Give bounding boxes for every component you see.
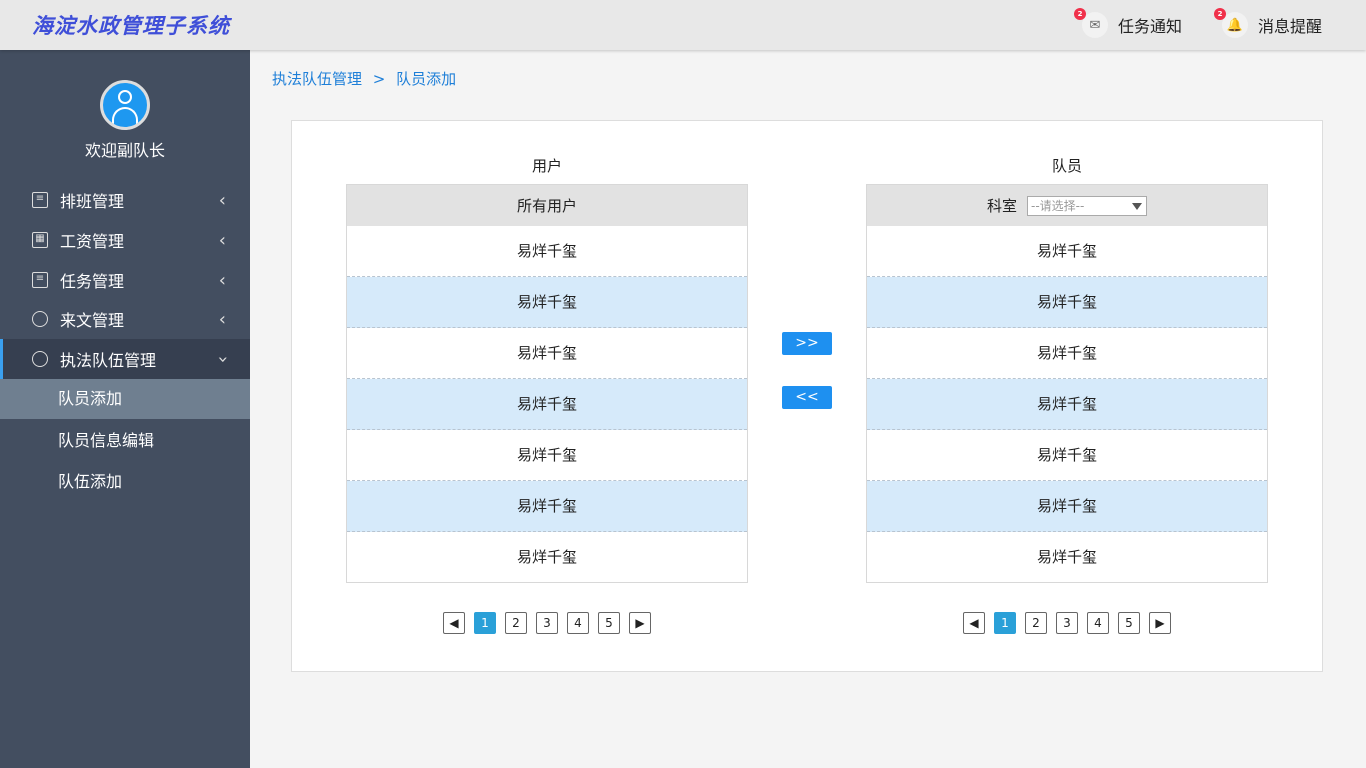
move-right-button[interactable]: >> — [782, 332, 832, 355]
users-pagination: ◀ 1 2 3 4 5 ▶ — [443, 612, 651, 634]
label: 工资管理 — [60, 232, 125, 251]
document-icon: ≡ — [32, 272, 48, 288]
task-notification[interactable]: ✉ 2 任务通知 — [1074, 8, 1183, 38]
page-button[interactable]: 5 — [1118, 612, 1140, 634]
avatar — [100, 80, 150, 130]
list-icon: ≡ — [32, 192, 48, 208]
list-item[interactable]: 易烊千玺 — [347, 226, 747, 277]
welcome-text: 欢迎副队长 — [84, 141, 165, 160]
members-list: 科室 --请选择-- 易烊千玺 易烊千玺 易烊千玺 易烊千玺 易烊千玺 易烊千玺 易烊千玺 — [866, 184, 1268, 583]
page-button[interactable]: 1 — [474, 612, 496, 634]
list-item[interactable]: 易烊千玺 — [867, 328, 1267, 379]
msg-label: 消息提醒 — [1258, 17, 1323, 36]
breadcrumb-sep: > — [372, 70, 386, 88]
page-button[interactable]: 3 — [1056, 612, 1078, 634]
chevron-left-icon: ‹ — [218, 229, 226, 251]
list-item[interactable]: 易烊千玺 — [347, 481, 747, 532]
page-button[interactable]: 5 — [598, 612, 620, 634]
bell-icon: 🔔 2 — [1214, 8, 1248, 38]
task-label: 任务通知 — [1118, 17, 1183, 36]
top-header: 海淀水政管理子系统 ✉ 2 任务通知 🔔 2 消息提醒 — [0, 0, 1366, 50]
message-notification[interactable]: 🔔 2 消息提醒 — [1214, 8, 1323, 38]
chevron-left-icon: ‹ — [218, 308, 226, 330]
label: 任务管理 — [60, 272, 125, 291]
page-button[interactable]: 2 — [1025, 612, 1047, 634]
page-button[interactable]: 1 — [994, 612, 1016, 634]
prev-page-icon[interactable]: ◀ — [443, 612, 465, 634]
list-item[interactable]: 易烊千玺 — [867, 226, 1267, 277]
sidebar-item-incoming[interactable]: 来文管理 ‹ — [0, 299, 250, 339]
breadcrumb: 执法队伍管理 > 队员添加 — [272, 68, 456, 89]
list-item[interactable]: 易烊千玺 — [347, 430, 747, 481]
label: 执法队伍管理 — [60, 351, 157, 370]
move-left-button[interactable]: << — [782, 386, 832, 409]
next-page-icon[interactable]: ▶ — [1149, 612, 1171, 634]
chevron-down-icon: ‹ — [211, 355, 233, 363]
page-button[interactable]: 4 — [1087, 612, 1109, 634]
sidebar: 欢迎副队长 ≡ 排班管理 ‹ ▦ 工资管理 ‹ ≡ 任务管理 ‹ 来文管理 ‹ 执法队伍管理 ‹… — [0, 50, 250, 768]
sidebar-sub-add-member[interactable]: 队员添加 — [0, 379, 250, 419]
users-list: 所有用户 易烊千玺 易烊千玺 易烊千玺 易烊千玺 易烊千玺 易烊千玺 易烊千玺 — [346, 184, 748, 583]
label: 排班管理 — [60, 192, 125, 211]
chat-icon — [32, 311, 48, 327]
page-button[interactable]: 4 — [567, 612, 589, 634]
sidebar-item-schedule[interactable]: ≡ 排班管理 ‹ — [0, 180, 250, 220]
task-badge: 2 — [1074, 8, 1086, 20]
dropdown-arrow-icon — [1132, 202, 1142, 210]
app-title: 海淀水政管理子系统 — [32, 14, 230, 38]
list-item[interactable]: 易烊千玺 — [347, 379, 747, 430]
page-button[interactable]: 2 — [505, 612, 527, 634]
breadcrumb-current: 队员添加 — [396, 70, 457, 88]
list-item[interactable]: 易烊千玺 — [867, 277, 1267, 328]
list-item[interactable]: 易烊千玺 — [347, 532, 747, 583]
sidebar-sub-add-team[interactable]: 队伍添加 — [0, 462, 250, 502]
mail-icon: ✉ 2 — [1074, 8, 1108, 38]
prev-page-icon[interactable]: ◀ — [963, 612, 985, 634]
members-title: 队员 — [1051, 157, 1082, 175]
calendar-icon: ▦ — [32, 232, 48, 248]
users-icon — [32, 351, 48, 367]
users-title: 用户 — [531, 157, 562, 175]
select-placeholder: --请选择-- — [1031, 198, 1085, 213]
list-item[interactable]: 易烊千玺 — [867, 532, 1267, 583]
members-list-header: 科室 --请选择-- — [867, 185, 1267, 226]
users-list-header: 所有用户 — [347, 185, 747, 226]
breadcrumb-parent[interactable]: 执法队伍管理 — [272, 70, 362, 88]
list-item[interactable]: 易烊千玺 — [867, 430, 1267, 481]
members-pagination: ◀ 1 2 3 4 5 ▶ — [963, 612, 1171, 634]
list-item[interactable]: 易烊千玺 — [347, 277, 747, 328]
department-select[interactable]: --请选择-- — [1027, 195, 1147, 216]
department-label: 科室 — [986, 197, 1017, 215]
sidebar-sub-edit-member[interactable]: 队员信息编辑 — [0, 421, 250, 461]
next-page-icon[interactable]: ▶ — [629, 612, 651, 634]
chevron-left-icon: ‹ — [218, 269, 226, 291]
sidebar-item-salary[interactable]: ▦ 工资管理 ‹ — [0, 220, 250, 260]
sidebar-item-tasks[interactable]: ≡ 任务管理 ‹ — [0, 260, 250, 300]
page-button[interactable]: 3 — [536, 612, 558, 634]
label: 来文管理 — [60, 311, 125, 330]
list-item[interactable]: 易烊千玺 — [867, 481, 1267, 532]
chevron-left-icon: ‹ — [218, 189, 226, 211]
sidebar-item-team[interactable]: 执法队伍管理 ‹ — [0, 339, 250, 379]
msg-badge: 2 — [1214, 8, 1226, 20]
list-item[interactable]: 易烊千玺 — [867, 379, 1267, 430]
list-item[interactable]: 易烊千玺 — [347, 328, 747, 379]
